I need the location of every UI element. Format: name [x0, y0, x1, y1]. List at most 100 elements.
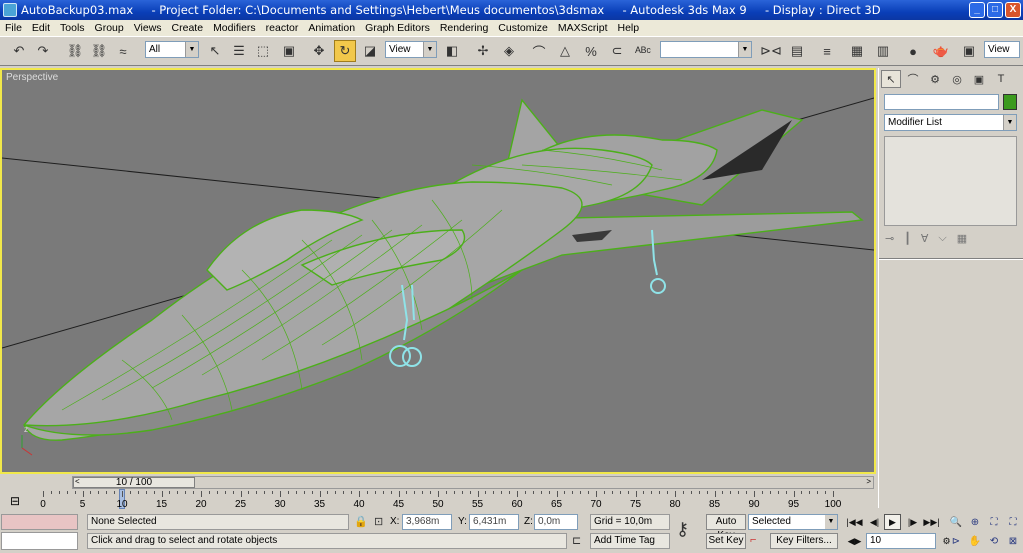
curve-editor-icon[interactable]: ▦	[846, 40, 868, 62]
prev-frame-arrow-icon[interactable]: <	[75, 477, 80, 486]
menu-modifiers[interactable]: Modifiers	[208, 22, 261, 34]
key-filters-button[interactable]: Key Filters...	[770, 533, 838, 549]
menu-create[interactable]: Create	[167, 22, 209, 34]
remove-modifier-icon[interactable]: ⌵	[938, 232, 946, 245]
menu-file[interactable]: File	[0, 22, 27, 34]
time-slider[interactable]: 10 / 100 < >	[72, 476, 874, 489]
z-coord-field[interactable]: 0,0m	[534, 514, 578, 530]
menu-group[interactable]: Group	[90, 22, 129, 34]
track-bar[interactable]: 0 5 10 15 20 25 30 35 40 45 50 55 60 65 70 75 80 85 90 95 10…	[30, 489, 876, 511]
motion-icon[interactable]: ◎	[947, 70, 967, 88]
trackbar-filter-icon[interactable]: ⊟	[10, 494, 20, 508]
menu-graph-editors[interactable]: Graph Editors	[360, 22, 435, 34]
zoom-icon[interactable]: 🔍	[948, 514, 964, 530]
display-icon[interactable]: ▣	[969, 70, 989, 88]
menu-reactor[interactable]: reactor	[261, 22, 304, 34]
region-select-icon[interactable]: ⬚	[252, 40, 274, 62]
set-key-button[interactable]: Set Key	[706, 533, 746, 549]
next-frame-arrow-icon[interactable]: >	[866, 477, 871, 486]
pivot-center-icon[interactable]: ◧	[441, 40, 463, 62]
zoom-extents-all-icon[interactable]: ⛶	[1005, 514, 1021, 530]
bind-spacewarp-icon[interactable]: ≈	[112, 40, 134, 62]
create-icon[interactable]: ↖	[881, 70, 901, 88]
menu-help[interactable]: Help	[613, 22, 645, 34]
align-icon[interactable]: ▤	[786, 40, 808, 62]
zoom-extents-icon[interactable]: ⛶	[986, 514, 1002, 530]
mirror-icon[interactable]: ⊳⊲	[760, 40, 782, 62]
viewport-label[interactable]: Perspective	[6, 72, 58, 83]
close-button[interactable]: X	[1005, 2, 1021, 18]
modifier-list-dropdown[interactable]: Modifier List ▼	[884, 114, 1017, 131]
named-selection-dropdown[interactable]: ▼	[660, 41, 752, 58]
add-time-tag[interactable]: Add Time Tag	[590, 533, 670, 549]
rotate-icon[interactable]: ↻	[334, 40, 356, 62]
show-end-result-icon[interactable]: ┃	[904, 232, 911, 245]
edit-named-selection-icon[interactable]: ᴬᴮᶜ	[632, 40, 654, 62]
move-icon[interactable]: ✥	[308, 40, 330, 62]
zoom-all-icon[interactable]: ⊕	[967, 514, 983, 530]
select-object-icon[interactable]: ↖	[204, 40, 226, 62]
snap-3d-icon[interactable]: ⌒	[528, 40, 550, 62]
schematic-view-icon[interactable]: ▥	[872, 40, 894, 62]
selection-filter-dropdown[interactable]: All ▼	[145, 41, 199, 58]
lock-selection-icon[interactable]: 🔒	[354, 515, 368, 528]
maximize-button[interactable]: □	[987, 2, 1003, 18]
menu-animation[interactable]: Animation	[303, 22, 360, 34]
undo-icon[interactable]: ↶	[8, 40, 30, 62]
spinner-snap-icon[interactable]: ⊂	[606, 40, 628, 62]
window-crossing-icon[interactable]: ▣	[278, 40, 300, 62]
pin-stack-icon[interactable]: ⊸	[885, 232, 894, 245]
layer-manager-icon[interactable]: ≡	[816, 40, 838, 62]
absolute-mode-icon[interactable]: ⊡	[374, 515, 383, 528]
menu-views[interactable]: Views	[129, 22, 167, 34]
arc-rotate-icon[interactable]: ⟲	[986, 533, 1002, 549]
object-name-field[interactable]	[884, 94, 999, 110]
keyboard-shortcut-icon[interactable]: ◈	[498, 40, 520, 62]
prompt-filter-icon[interactable]: ⊏	[572, 534, 581, 547]
field-of-view-icon[interactable]: ⊳	[948, 533, 964, 549]
next-frame-icon[interactable]: |▶	[904, 514, 921, 530]
scale-icon[interactable]: ◪	[359, 40, 381, 62]
material-editor-icon[interactable]: ●	[902, 40, 924, 62]
make-unique-icon[interactable]: ∀	[921, 232, 929, 245]
maxscript-listener-mini[interactable]	[1, 514, 78, 530]
angle-snap-icon[interactable]: △	[554, 40, 576, 62]
go-to-end-icon[interactable]: ▶▶|	[923, 514, 940, 530]
render-setup-icon[interactable]: 🫖	[930, 40, 952, 62]
time-slider-thumb[interactable]: 10 / 100	[73, 477, 195, 488]
modify-icon[interactable]: ⌒	[903, 70, 923, 88]
reference-coord-dropdown[interactable]: View ▼	[385, 41, 437, 58]
key-mode-toggle-icon[interactable]: ◀▶	[846, 533, 863, 549]
unlink-icon[interactable]: ⛓	[88, 40, 110, 62]
manipulate-icon[interactable]: ✢	[472, 40, 494, 62]
play-icon[interactable]: ▶	[884, 514, 901, 530]
select-link-icon[interactable]: ⛓	[64, 40, 86, 62]
menu-rendering[interactable]: Rendering	[435, 22, 493, 34]
auto-key-button[interactable]: Auto Key	[706, 514, 746, 541]
menu-tools[interactable]: Tools	[55, 22, 90, 34]
select-by-name-icon[interactable]: ☰	[228, 40, 250, 62]
configure-sets-icon[interactable]: ▦	[957, 232, 967, 245]
menu-edit[interactable]: Edit	[27, 22, 55, 34]
menu-maxscript[interactable]: MAXScript	[553, 22, 613, 34]
perspective-viewport[interactable]: Perspective z	[0, 68, 876, 474]
key-selection-dropdown[interactable]: Selected ▼	[748, 514, 838, 530]
menu-customize[interactable]: Customize	[493, 22, 553, 34]
redo-icon[interactable]: ↷	[32, 40, 54, 62]
percent-snap-icon[interactable]: %	[580, 40, 602, 62]
current-frame-field[interactable]: 10	[866, 533, 936, 549]
default-tangent-icon[interactable]: ⌐	[750, 534, 756, 546]
utilities-icon[interactable]: T	[991, 70, 1011, 88]
object-color-swatch[interactable]	[1003, 94, 1017, 110]
minimize-button[interactable]: _	[969, 2, 985, 18]
view-button[interactable]: View	[984, 41, 1020, 58]
set-key-mode-icon[interactable]: ⚷	[676, 519, 689, 540]
x-coord-field[interactable]: 3,968m	[402, 514, 452, 530]
maxscript-input-mini[interactable]	[1, 532, 78, 550]
pan-icon[interactable]: ✋	[967, 533, 983, 549]
hierarchy-icon[interactable]: ⚙	[925, 70, 945, 88]
maximize-viewport-icon[interactable]: ⊠	[1005, 533, 1021, 549]
modifier-stack[interactable]	[884, 136, 1017, 226]
go-to-start-icon[interactable]: |◀◀	[846, 514, 863, 530]
render-frame-icon[interactable]: ▣	[958, 40, 980, 62]
